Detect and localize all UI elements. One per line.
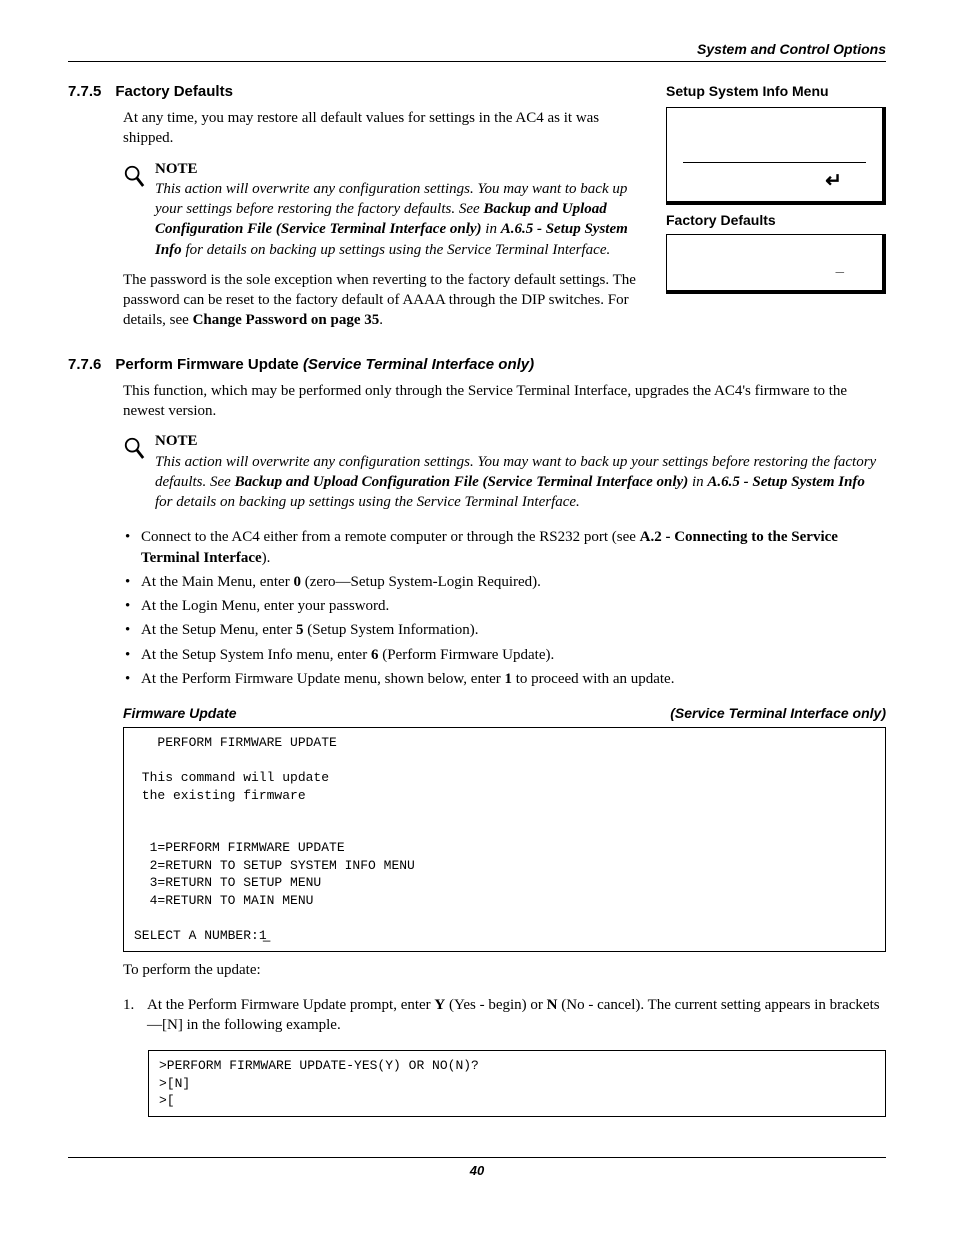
list-item: At the Main Menu, enter 0 (zero—Setup Sy… [123,572,886,592]
section-7-7-6-heading: 7.7.6 Perform Firmware Update (Service T… [68,355,886,375]
list-item: Connect to the AC4 either from a remote … [123,527,886,568]
paragraph: The password is the sole exception when … [123,270,646,331]
list-item: 1.At the Perform Firmware Update prompt,… [123,995,886,1036]
paragraph: At any time, you may restore all default… [123,108,646,149]
lcd-menu-title: Setup System Info Menu [666,82,886,101]
page-footer: 40 [68,1157,886,1180]
section-number: 7.7.6 [68,355,101,375]
paragraph: This function, which may be performed on… [123,381,886,422]
subheading-right: (Service Terminal Interface only) [670,704,886,723]
list-item: At the Perform Firmware Update menu, sho… [123,669,886,689]
enter-key-icon: ↵ [825,168,842,195]
note-heading: NOTE [155,159,646,179]
paragraph: To perform the update: [123,960,886,980]
note-heading: NOTE [155,431,886,451]
subheading-left: Firmware Update [123,704,237,723]
terminal-output-box: PERFORM FIRMWARE UPDATE This command wil… [123,727,886,952]
subheading-row: Firmware Update (Service Terminal Interf… [123,704,886,723]
note-block: NOTE This action will overwrite any conf… [123,159,646,260]
lcd-panel-upper: ↵ [666,107,886,205]
note-block: NOTE This action will overwrite any conf… [123,431,886,512]
magnifier-icon [123,431,145,512]
terminal-output-box: >PERFORM FIRMWARE UPDATE-YES(Y) OR NO(N)… [148,1050,886,1117]
bullet-list: Connect to the AC4 either from a remote … [123,527,886,689]
section-title: Factory Defaults [115,82,233,102]
ordered-list: 1.At the Perform Firmware Update prompt,… [123,995,886,1036]
list-item: At the Login Menu, enter your password. [123,596,886,616]
section-title: Perform Firmware Update (Service Termina… [115,355,534,375]
list-item: At the Setup Menu, enter 5 (Setup System… [123,620,886,640]
section-7-7-5-heading: 7.7.5 Factory Defaults [68,82,646,102]
section-number: 7.7.5 [68,82,101,102]
note-text: This action will overwrite any configura… [155,452,886,513]
lcd-factory-defaults-label: Factory Defaults [666,211,886,230]
running-header: System and Control Options [68,40,886,62]
lcd-panel-lower: _ [666,234,886,294]
note-text: This action will overwrite any configura… [155,179,646,260]
magnifier-icon [123,159,145,260]
list-item: At the Setup System Info menu, enter 6 (… [123,645,886,665]
lcd-cursor: _ [836,257,844,277]
